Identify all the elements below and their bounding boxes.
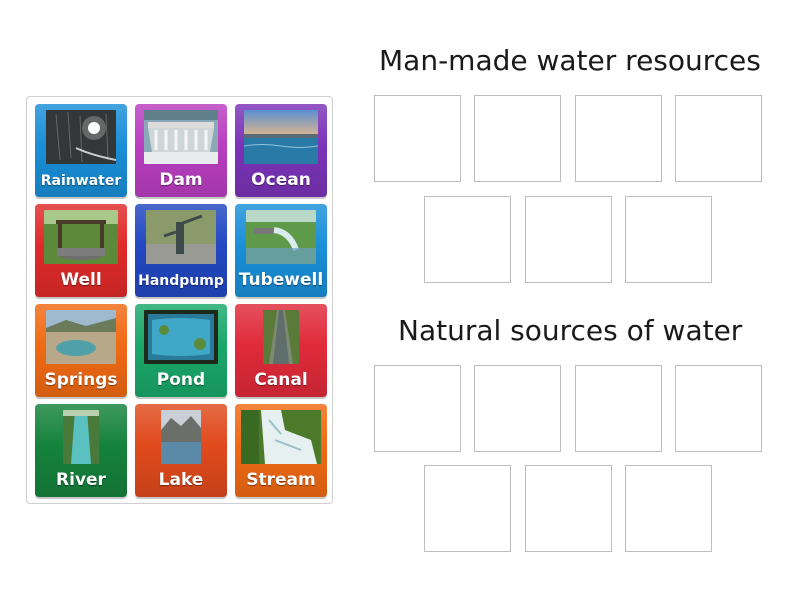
- drop-slot[interactable]: [474, 95, 561, 182]
- drop-slot[interactable]: [424, 196, 511, 283]
- card-label: Dam: [159, 170, 203, 190]
- card-label: Springs: [44, 370, 118, 390]
- card-label: Canal: [254, 370, 308, 390]
- drop-slot[interactable]: [374, 95, 461, 182]
- drop-slot[interactable]: [625, 465, 712, 552]
- card-label: Handpump: [138, 273, 224, 289]
- card-pond[interactable]: Pond: [135, 304, 227, 397]
- card-springs[interactable]: Springs: [35, 304, 127, 397]
- dam-photo-icon: [144, 110, 218, 164]
- drop-slot[interactable]: [374, 365, 461, 452]
- card-label: Well: [60, 270, 102, 290]
- group-heading-man-made: Man-made water resources: [379, 44, 761, 77]
- rain-photo-icon: [46, 110, 116, 164]
- card-lake[interactable]: Lake: [135, 404, 227, 497]
- card-label: Rainwater: [40, 173, 122, 189]
- card-rainwater[interactable]: Rainwater: [35, 104, 127, 197]
- card-tubewell[interactable]: Tubewell: [235, 204, 327, 297]
- stream-photo-icon: [241, 410, 321, 464]
- tubewell-photo-icon: [246, 210, 316, 264]
- drop-slot[interactable]: [625, 196, 712, 283]
- drop-slot[interactable]: [525, 196, 612, 283]
- card-handpump[interactable]: Handpump: [135, 204, 227, 297]
- springs-photo-icon: [46, 310, 116, 364]
- river-photo-icon: [63, 410, 99, 464]
- card-dam[interactable]: Dam: [135, 104, 227, 197]
- drop-slot[interactable]: [474, 365, 561, 452]
- drop-slot[interactable]: [424, 465, 511, 552]
- card-river[interactable]: River: [35, 404, 127, 497]
- drop-slot[interactable]: [675, 95, 762, 182]
- group-heading-natural: Natural sources of water: [398, 314, 743, 347]
- handpump-photo-icon: [146, 210, 216, 264]
- drop-slot[interactable]: [575, 95, 662, 182]
- lake-photo-icon: [161, 410, 201, 464]
- card-bank: Rainwater Dam Ocean Well Handpump Tubewe…: [26, 96, 333, 504]
- card-stream[interactable]: Stream: [235, 404, 327, 497]
- card-label: Tubewell: [238, 270, 324, 290]
- card-ocean[interactable]: Ocean: [235, 104, 327, 197]
- drop-slot[interactable]: [575, 365, 662, 452]
- card-label: Ocean: [251, 170, 311, 190]
- drop-slot[interactable]: [675, 365, 762, 452]
- well-photo-icon: [44, 210, 118, 264]
- card-canal[interactable]: Canal: [235, 304, 327, 397]
- card-label: Stream: [246, 470, 316, 490]
- canal-photo-icon: [263, 310, 299, 364]
- card-label: Pond: [156, 370, 206, 390]
- ocean-photo-icon: [244, 110, 318, 164]
- card-well[interactable]: Well: [35, 204, 127, 297]
- drop-slot[interactable]: [525, 465, 612, 552]
- pond-photo-icon: [144, 310, 218, 364]
- card-label: Lake: [158, 470, 204, 490]
- card-label: River: [56, 470, 106, 490]
